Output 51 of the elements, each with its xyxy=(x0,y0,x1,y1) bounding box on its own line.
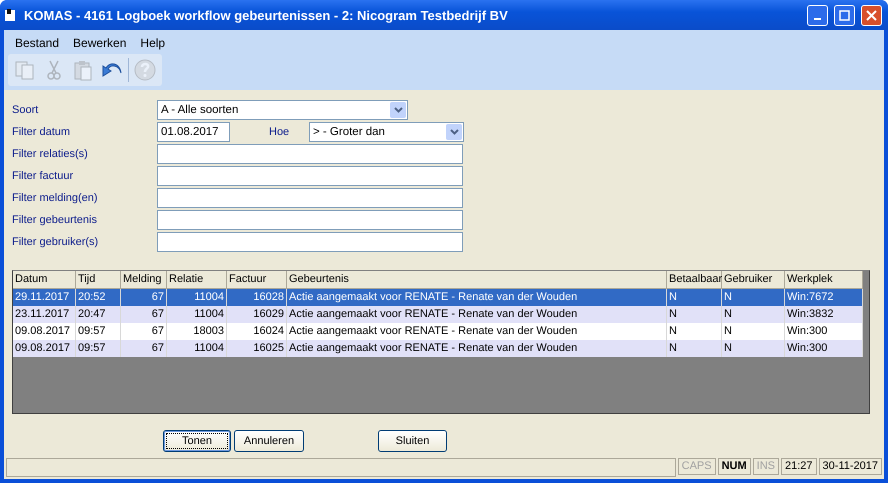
table-row[interactable]: 09.08.2017 09:57 67 11004 16025 Actie aangemaakt voor RENATE - Renate van der Wouden N N Win:300 xyxy=(13,340,863,357)
input-field[interactable] xyxy=(157,232,463,252)
table-cell: 67 xyxy=(121,340,167,357)
table-row[interactable]: 29.11.2017 20:52 67 11004 16028 Actie aangemaakt voor RENATE - Renate van der Wouden N N Win:7672 xyxy=(13,289,863,306)
input-field[interactable] xyxy=(157,210,463,230)
table-cell: 11004 xyxy=(167,340,227,357)
close-icon xyxy=(866,10,877,20)
minimize-icon xyxy=(814,18,821,20)
table-row[interactable]: 09.08.2017 09:57 67 18003 16024 Actie aangemaakt voor RENATE - Renate van der Wouden N N Win:300 xyxy=(13,323,863,340)
help-icon xyxy=(134,59,156,81)
filter-label: Hoe xyxy=(268,126,290,138)
copy-icon xyxy=(14,59,36,81)
table-cell: N xyxy=(722,340,785,357)
table-cell: 09:57 xyxy=(76,340,121,357)
clipboard-icon xyxy=(72,59,94,81)
table-row[interactable]: 23.11.2017 20:47 67 11004 16029 Actie aangemaakt voor RENATE - Renate van der Wouden N N Win:3832 xyxy=(13,306,863,323)
input-field[interactable] xyxy=(157,188,463,208)
filter-label: Filter melding(en) xyxy=(12,191,99,206)
menu-item[interactable]: Help xyxy=(133,34,172,52)
filter-label: Filter gebruiker(s) xyxy=(12,235,100,250)
input-field[interactable] xyxy=(157,166,463,186)
select-field[interactable]: > - Groter dan xyxy=(309,122,464,142)
table-cell: N xyxy=(667,340,722,357)
window-title: KOMAS - 4161 Logboek workflow gebeurtenissen - 2: Nicogram Testbedrijf BV xyxy=(24,8,509,22)
close-button[interactable] xyxy=(861,4,882,26)
date-field[interactable]: 01.08.2017 xyxy=(157,122,230,142)
dialog-button[interactable]: Tonen xyxy=(163,430,231,452)
filter-label: Filter relaties(s) xyxy=(12,147,89,162)
select-field[interactable]: A - Alle soorten xyxy=(157,100,408,120)
filter-label: Filter factuur xyxy=(12,169,74,184)
filter-label: Filter datum xyxy=(12,125,72,140)
maximize-button[interactable] xyxy=(834,4,855,26)
status-indicator: NUM xyxy=(718,458,751,475)
table-cell: Actie aangemaakt voor RENATE - Renate van der Wouden xyxy=(287,340,667,357)
table-cell: 16025 xyxy=(227,340,287,357)
status-indicator: 30-11-2017 xyxy=(818,458,882,475)
minimize-button[interactable] xyxy=(807,4,828,26)
maximize-icon xyxy=(839,10,850,20)
filter-label: Soort xyxy=(12,103,40,118)
input-field[interactable] xyxy=(157,144,463,164)
table-cell: 09.08.2017 xyxy=(13,340,76,357)
app-icon xyxy=(4,8,18,22)
table-cell: Win:300 xyxy=(785,340,863,357)
status-indicator: CAPS xyxy=(678,458,716,475)
dialog-button[interactable]: Annuleren xyxy=(234,430,304,452)
menu-item[interactable]: Bestand xyxy=(8,34,66,52)
status-indicator: INS xyxy=(752,458,780,475)
menu-item[interactable]: Bewerken xyxy=(66,34,134,52)
status-indicator: 21:27 xyxy=(781,458,817,475)
filter-label: Filter gebeurtenis xyxy=(12,213,98,228)
dialog-button[interactable]: Sluiten xyxy=(378,430,447,452)
